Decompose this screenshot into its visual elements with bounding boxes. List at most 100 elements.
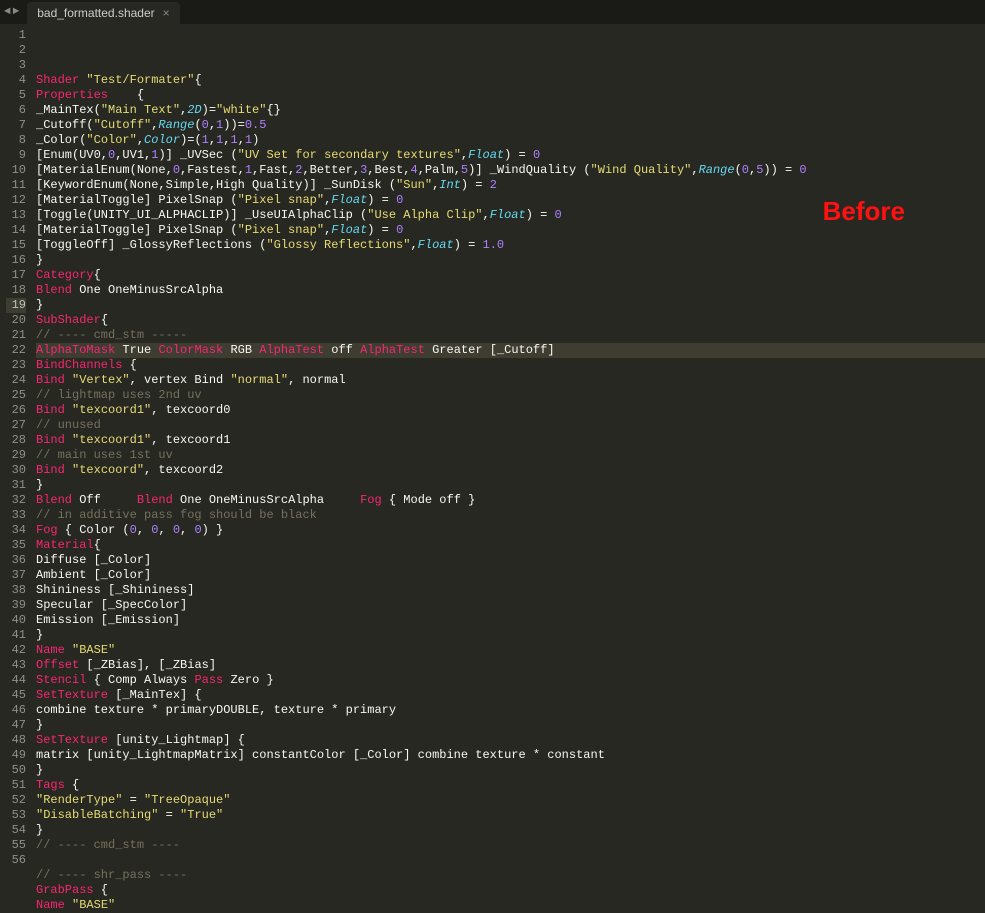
code-line[interactable]: Emission [_Emission] [36, 613, 985, 628]
line-number: 14 [6, 223, 26, 238]
line-number: 35 [6, 538, 26, 553]
code-line[interactable]: // main uses 1st uv [36, 448, 985, 463]
line-number: 2 [6, 43, 26, 58]
line-number: 31 [6, 478, 26, 493]
code-line[interactable]: BindChannels { [36, 358, 985, 373]
line-number: 34 [6, 523, 26, 538]
code-line[interactable]: Material{ [36, 538, 985, 553]
code-line[interactable]: } [36, 823, 985, 838]
code-line[interactable] [36, 853, 985, 868]
close-icon[interactable]: × [163, 6, 170, 20]
code-line[interactable]: Name "BASE" [36, 898, 985, 913]
code-line[interactable]: _Color("Color",Color)=(1,1,1,1) [36, 133, 985, 148]
code-line[interactable]: // ---- cmd_stm ---- [36, 838, 985, 853]
line-number: 45 [6, 688, 26, 703]
code-line[interactable]: // unused [36, 418, 985, 433]
line-number: 52 [6, 793, 26, 808]
code-line[interactable]: } [36, 478, 985, 493]
code-line[interactable]: Ambient [_Color] [36, 568, 985, 583]
code-line[interactable]: GrabPass { [36, 883, 985, 898]
line-number: 13 [6, 208, 26, 223]
line-number: 19 [6, 298, 26, 313]
code-line[interactable]: Tags { [36, 778, 985, 793]
line-number: 18 [6, 283, 26, 298]
code-line[interactable]: [KeywordEnum(None,Simple,High Quality)] … [36, 178, 985, 193]
code-line[interactable]: _Cutoff("Cutoff",Range(0,1))=0.5 [36, 118, 985, 133]
line-number: 15 [6, 238, 26, 253]
line-number: 49 [6, 748, 26, 763]
code-line[interactable]: combine texture * primaryDOUBLE, texture… [36, 703, 985, 718]
code-line[interactable]: Bind "texcoord", texcoord2 [36, 463, 985, 478]
code-line[interactable]: } [36, 298, 985, 313]
code-line[interactable]: Stencil { Comp Always Pass Zero } [36, 673, 985, 688]
code-line[interactable]: matrix [unity_LightmapMatrix] constantCo… [36, 748, 985, 763]
code-line[interactable]: [MaterialEnum(None,0,Fastest,1,Fast,2,Be… [36, 163, 985, 178]
code-line[interactable]: Fog { Color (0, 0, 0, 0) } [36, 523, 985, 538]
code-line[interactable]: "RenderType" = "TreeOpaque" [36, 793, 985, 808]
code-line[interactable]: SetTexture [unity_Lightmap] { [36, 733, 985, 748]
code-line[interactable]: // ---- cmd_stm ----- [36, 328, 985, 343]
line-number: 10 [6, 163, 26, 178]
nav-forward-icon[interactable]: ► [13, 6, 20, 18]
line-number: 1 [6, 28, 26, 43]
line-number: 27 [6, 418, 26, 433]
tab-filename: bad_formatted.shader [37, 6, 154, 20]
line-number: 53 [6, 808, 26, 823]
file-tab[interactable]: bad_formatted.shader × [27, 2, 179, 24]
code-line[interactable]: Bind "Vertex", vertex Bind "normal", nor… [36, 373, 985, 388]
line-number: 43 [6, 658, 26, 673]
line-number: 7 [6, 118, 26, 133]
line-number: 3 [6, 58, 26, 73]
line-number: 41 [6, 628, 26, 643]
code-line[interactable]: "DisableBatching" = "True" [36, 808, 985, 823]
line-number: 28 [6, 433, 26, 448]
line-number: 11 [6, 178, 26, 193]
code-line[interactable]: Specular [_SpecColor] [36, 598, 985, 613]
code-area[interactable]: Before Shader "Test/Formater"{Properties… [36, 24, 985, 871]
code-line[interactable]: // lightmap uses 2nd uv [36, 388, 985, 403]
code-line[interactable]: Properties { [36, 88, 985, 103]
code-line[interactable]: Shader "Test/Formater"{ [36, 73, 985, 88]
code-line[interactable]: AlphaToMask True ColorMask RGB AlphaTest… [36, 343, 985, 358]
line-number: 12 [6, 193, 26, 208]
nav-back-icon[interactable]: ◄ [4, 6, 11, 18]
code-line[interactable]: // ---- shr_pass ---- [36, 868, 985, 883]
code-line[interactable]: Offset [_ZBias], [_ZBias] [36, 658, 985, 673]
line-number: 30 [6, 463, 26, 478]
line-number: 44 [6, 673, 26, 688]
line-number: 50 [6, 763, 26, 778]
code-line[interactable]: Name "BASE" [36, 643, 985, 658]
annotation-label: Before [823, 204, 905, 219]
nav-arrows: ◄ ► [4, 6, 19, 18]
code-line[interactable]: // in additive pass fog should be black [36, 508, 985, 523]
code-line[interactable]: Blend One OneMinusSrcAlpha [36, 283, 985, 298]
line-number: 48 [6, 733, 26, 748]
line-number: 36 [6, 553, 26, 568]
code-line[interactable]: } [36, 763, 985, 778]
code-line[interactable]: } [36, 718, 985, 733]
code-line[interactable]: Bind "texcoord1", texcoord1 [36, 433, 985, 448]
line-number: 23 [6, 358, 26, 373]
code-line[interactable]: Blend Off Blend One OneMinusSrcAlpha Fog… [36, 493, 985, 508]
code-line[interactable]: } [36, 253, 985, 268]
line-number: 39 [6, 598, 26, 613]
code-line[interactable]: [Enum(UV0,0,UV1,1)] _UVSec ("UV Set for … [36, 148, 985, 163]
code-line[interactable]: SubShader{ [36, 313, 985, 328]
code-line[interactable]: Shininess [_Shininess] [36, 583, 985, 598]
code-line[interactable]: Category{ [36, 268, 985, 283]
code-line[interactable]: _MainTex("Main Text",2D)="white"{} [36, 103, 985, 118]
code-line[interactable]: Bind "texcoord1", texcoord0 [36, 403, 985, 418]
code-line[interactable]: } [36, 628, 985, 643]
line-number: 24 [6, 373, 26, 388]
line-number: 26 [6, 403, 26, 418]
code-line[interactable]: Diffuse [_Color] [36, 553, 985, 568]
line-number: 47 [6, 718, 26, 733]
line-number: 56 [6, 853, 26, 868]
line-number: 25 [6, 388, 26, 403]
line-number: 8 [6, 133, 26, 148]
line-number: 37 [6, 568, 26, 583]
code-line[interactable]: [ToggleOff] _GlossyReflections ("Glossy … [36, 238, 985, 253]
code-line[interactable]: SetTexture [_MainTex] { [36, 688, 985, 703]
line-number: 33 [6, 508, 26, 523]
line-number: 32 [6, 493, 26, 508]
